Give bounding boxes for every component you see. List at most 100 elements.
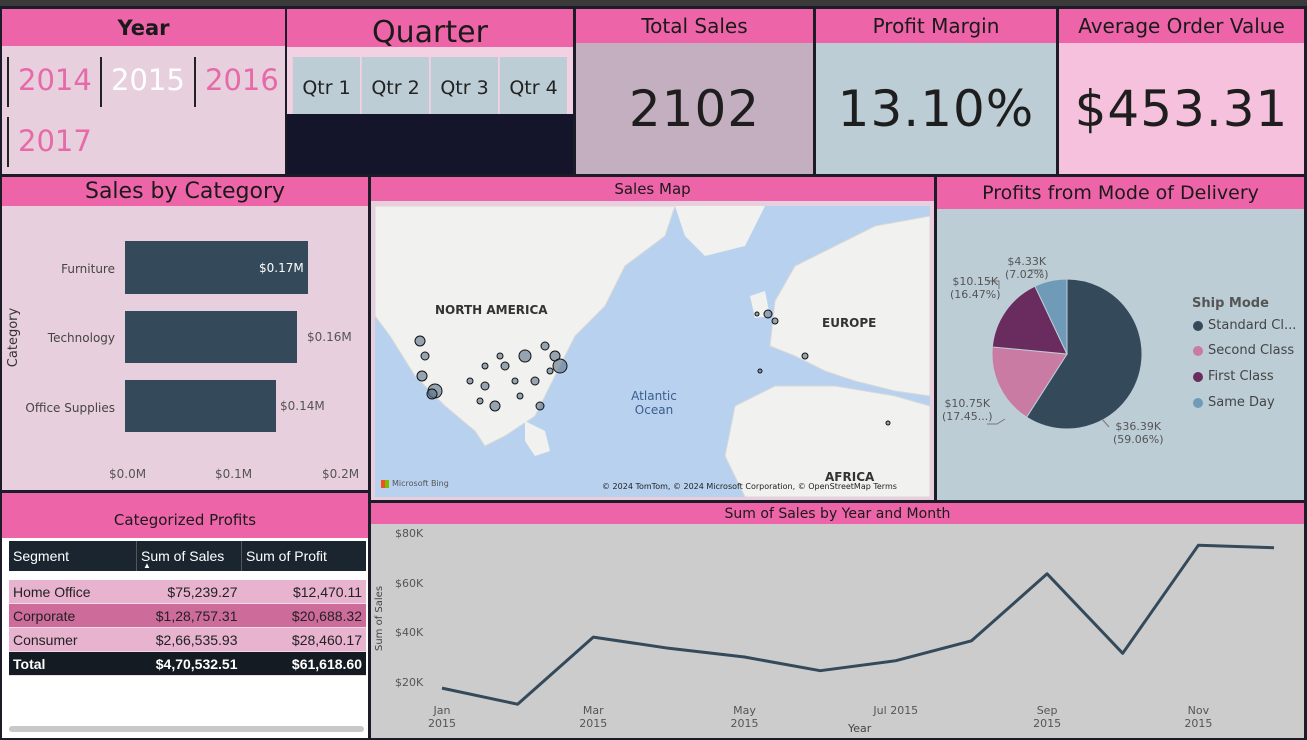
legend-label: First Class: [1208, 369, 1274, 384]
cell-profit: $12,470.11: [241, 580, 366, 604]
bing-logo: Microsoft Bing: [381, 479, 449, 488]
year-option-2016[interactable]: 2016: [205, 63, 279, 97]
cell-sales: $1,28,757.31: [136, 603, 242, 628]
year-divider: [194, 57, 196, 107]
total-sales-title: Total Sales: [576, 9, 813, 43]
avg-order-value: $453.31: [1074, 79, 1289, 138]
cell-profit: $20,688.32: [241, 603, 366, 628]
avg-order-title: Average Order Value: [1059, 9, 1304, 43]
quarter-slicer: Quarter Qtr 1 Qtr 2 Qtr 3 Qtr 4: [287, 9, 573, 119]
quarter-option-q2[interactable]: Qtr 2: [361, 57, 429, 119]
year-slicer-title: Year: [2, 9, 285, 46]
year-option-2017[interactable]: 2017: [18, 124, 92, 158]
year-slicer: Year 2014 2015 2016 2017: [2, 9, 285, 174]
map-attribution[interactable]: © 2024 TomTom, © 2024 Microsoft Corporat…: [602, 482, 897, 491]
sales-line[interactable]: [441, 543, 1275, 706]
legend-label: Same Day: [1208, 395, 1275, 410]
cell-segment: Corporate: [9, 603, 137, 628]
y-tick-label: $20K: [395, 676, 424, 690]
total-sales-card: Total Sales 2102: [576, 9, 813, 174]
quarter-option-q3[interactable]: Qtr 3: [430, 57, 498, 119]
year-divider: [7, 117, 9, 167]
map-label-europe: EUROPE: [822, 316, 877, 330]
bar-value-label: $0.17M: [259, 261, 304, 275]
table-total-row: Total $4,70,532.51 $61,618.60: [9, 651, 366, 676]
legend-title: Ship Mode: [1192, 296, 1269, 311]
map-canvas[interactable]: [375, 206, 930, 497]
legend-item-first[interactable]: First Class: [1193, 369, 1274, 384]
y-tick-label: $40K: [395, 626, 424, 640]
x-tick-label: Mar 2015: [579, 704, 608, 730]
x-tick-label: May 2015: [730, 704, 759, 730]
x-tick-label: Jan 2015: [428, 704, 456, 730]
cell-sales: $75,239.27: [136, 580, 242, 604]
total-sales-value: 2102: [628, 79, 761, 138]
category-label-technology: Technology: [47, 331, 115, 345]
microsoft-logo-icon: [381, 479, 389, 488]
x-tick-label: $0.0M: [109, 467, 147, 481]
legend-item-second[interactable]: Second Class: [1193, 343, 1294, 358]
cell-segment: Consumer: [9, 627, 137, 652]
cell-total-sales: $4,70,532.51: [136, 651, 242, 676]
legend-dot: [1193, 397, 1203, 408]
year-option-2015[interactable]: 2015: [111, 63, 185, 97]
horizontal-scrollbar[interactable]: [9, 726, 364, 732]
column-header-sales-label: Sum of Sales: [141, 548, 225, 564]
pie-label-first-class: $10.15K (16.47%): [950, 275, 1001, 301]
cell-sales: $2,66,535.93: [136, 627, 242, 652]
column-header-segment[interactable]: Segment: [9, 541, 137, 571]
x-tick-label: $0.1M: [215, 467, 253, 481]
cell-profit: $28,460.17: [241, 627, 366, 652]
cell-total-profit: $61,618.60: [241, 651, 366, 676]
x-tick-label: Sep 2015: [1033, 704, 1062, 730]
category-label-furniture: Furniture: [61, 262, 115, 276]
chart-title: Sum of Sales by Year and Month: [371, 503, 1304, 524]
map-label-atlantic: Atlantic Ocean: [631, 389, 677, 417]
cell-total-label: Total: [9, 651, 137, 676]
sales-map: Sales Map NORTH AMERICA EUROPE Atlantic …: [371, 177, 934, 500]
y-tick-label: $80K: [395, 527, 424, 540]
year-divider: [7, 57, 9, 107]
sort-ascending-icon: ▲: [143, 561, 151, 570]
avg-order-card: Average Order Value $453.31: [1059, 9, 1304, 174]
table-row[interactable]: Corporate $1,28,757.31 $20,688.32: [9, 603, 366, 628]
profit-margin-value: 13.10%: [837, 79, 1035, 138]
bar-office-supplies[interactable]: [125, 380, 276, 432]
x-tick-label: Jul 2015: [873, 704, 919, 717]
sales-by-month-chart: Sum of Sales by Year and Month Sum of Sa…: [371, 503, 1304, 738]
map-label-north-america: NORTH AMERICA: [435, 303, 548, 317]
chart-title: Sales by Category: [2, 177, 368, 206]
profit-margin-card: Profit Margin 13.10%: [816, 9, 1056, 174]
table-row[interactable]: Consumer $2,66,535.93 $28,460.17: [9, 627, 366, 652]
profit-margin-title: Profit Margin: [816, 9, 1056, 43]
background-panel: [287, 114, 573, 174]
bar-value-label: $0.14M: [280, 399, 325, 413]
category-label-office-supplies: Office Supplies: [25, 401, 115, 415]
quarter-option-q1[interactable]: Qtr 1: [292, 57, 360, 119]
legend-item-standard[interactable]: Standard Cl...: [1193, 318, 1296, 333]
map-title: Sales Map: [371, 177, 934, 201]
line-canvas: [441, 543, 1275, 706]
year-option-2014[interactable]: 2014: [18, 63, 92, 97]
x-tick-label: Nov 2015: [1184, 704, 1213, 730]
chart-title: Profits from Mode of Delivery: [937, 177, 1304, 209]
pie-label-second-class: $10.75K (17.45...): [942, 397, 993, 423]
year-divider: [100, 57, 102, 107]
bing-logo-text: Microsoft Bing: [392, 479, 449, 488]
x-tick-label: $0.2M: [322, 467, 360, 481]
legend-label: Standard Cl...: [1208, 318, 1297, 333]
legend-label: Second Class: [1208, 343, 1295, 358]
pie-label-standard-class: $36.39K (59.06%): [1113, 420, 1164, 446]
legend-dot: [1193, 371, 1203, 382]
column-header-profit[interactable]: Sum of Profit: [241, 541, 366, 571]
x-axis-label: Year: [848, 722, 872, 735]
cell-segment: Home Office: [9, 580, 137, 604]
sales-by-category-chart: Sales by Category Category Furniture Tec…: [2, 177, 368, 490]
table-row[interactable]: Home Office $75,239.27 $12,470.11: [9, 580, 366, 604]
column-header-sales[interactable]: Sum of Sales ▲: [136, 541, 242, 571]
pie-label-same-day: $4.33K (7.02%): [1005, 255, 1049, 281]
table-header-row: Segment Sum of Sales ▲ Sum of Profit: [9, 541, 366, 571]
bar-technology[interactable]: [125, 311, 297, 363]
legend-item-same-day[interactable]: Same Day: [1193, 395, 1275, 410]
quarter-option-q4[interactable]: Qtr 4: [499, 57, 567, 119]
